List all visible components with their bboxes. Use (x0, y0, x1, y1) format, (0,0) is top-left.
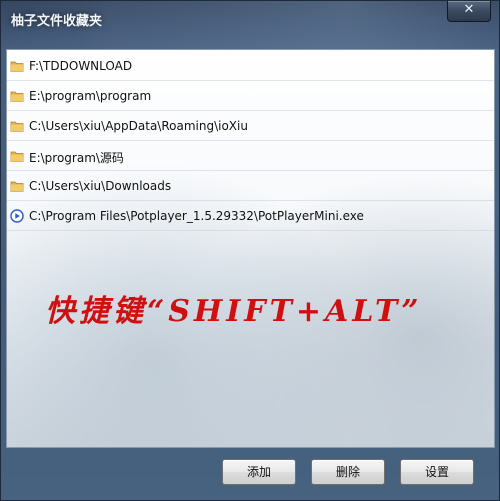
app-window: 柚子文件收藏夹 ✕ F:\TDDOWNLOAD E:\program\progr… (0, 0, 500, 501)
item-path: E:\program\源码 (29, 151, 124, 165)
list-item[interactable]: C:\Users\xiu\AppData\Roaming\ioXiu (7, 112, 494, 141)
close-button[interactable]: ✕ (447, 1, 491, 22)
list-item[interactable]: C:\Users\xiu\Downloads (7, 172, 494, 201)
item-path: C:\Users\xiu\Downloads (29, 179, 172, 193)
folder-icon (10, 91, 24, 102)
folder-icon (10, 61, 24, 72)
list-item[interactable]: E:\program\源码 (7, 142, 494, 171)
add-button[interactable]: 添加 (222, 459, 296, 485)
list-item[interactable]: C:\Program Files\Potplayer_1.5.29332\Pot… (7, 202, 494, 231)
item-path: C:\Program Files\Potplayer_1.5.29332\Pot… (29, 209, 364, 223)
window-title: 柚子文件收藏夹 (11, 14, 103, 29)
shortcut-hint: 快捷键“SHIFT+ALT” (45, 294, 423, 329)
item-path: E:\program\program (29, 89, 152, 103)
item-path: F:\TDDOWNLOAD (29, 59, 133, 73)
settings-button[interactable]: 设置 (400, 459, 474, 485)
folder-icon (10, 121, 24, 132)
folder-icon (10, 151, 24, 162)
favorites-list: F:\TDDOWNLOAD E:\program\program C:\User… (6, 49, 495, 448)
title-bar[interactable]: 柚子文件收藏夹 ✕ (1, 1, 499, 41)
potplayer-icon (10, 209, 24, 223)
list-item[interactable]: E:\program\program (7, 82, 494, 111)
delete-button[interactable]: 删除 (311, 459, 385, 485)
list-item[interactable]: F:\TDDOWNLOAD (7, 52, 494, 81)
button-bar: 添加 删除 设置 (1, 447, 499, 500)
item-path: C:\Users\xiu\AppData\Roaming\ioXiu (29, 119, 248, 133)
folder-icon (10, 181, 24, 192)
